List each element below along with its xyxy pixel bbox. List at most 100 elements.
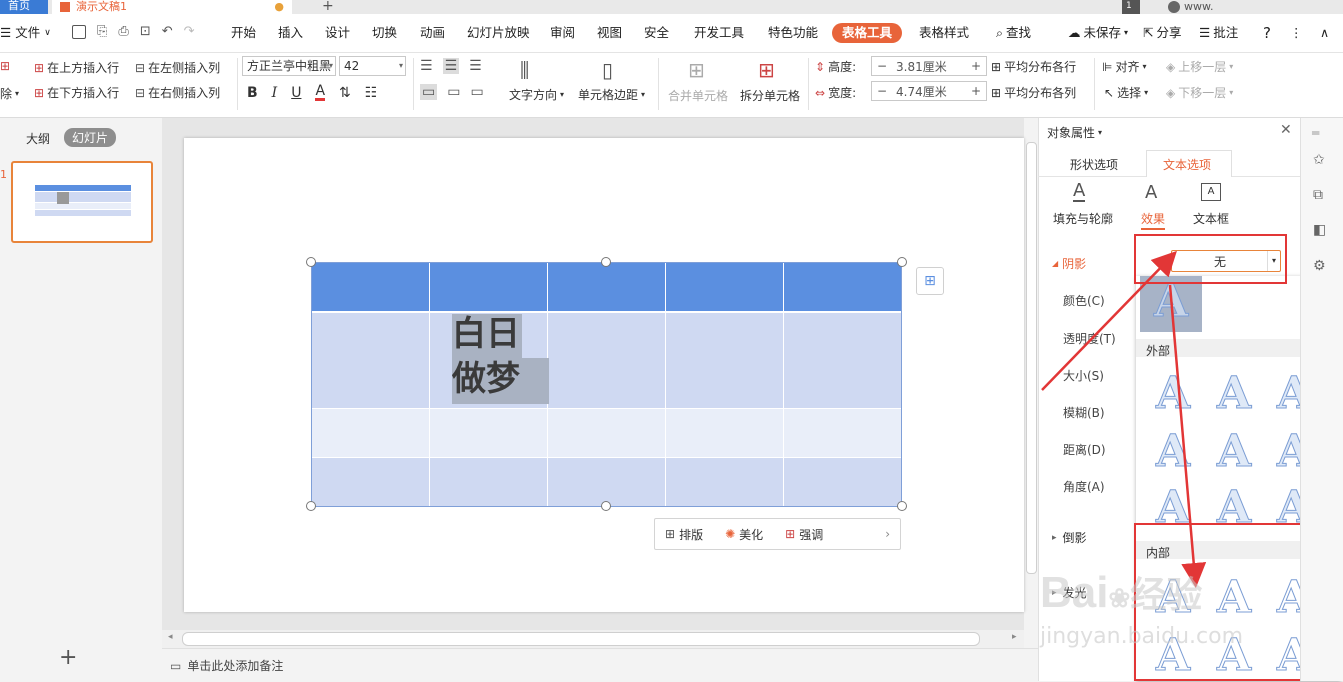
comment-button[interactable]: ☰ 批注 bbox=[1199, 14, 1238, 52]
user-account[interactable]: www. bbox=[1160, 0, 1230, 14]
tab-home[interactable]: 首页 bbox=[0, 0, 48, 14]
table-cell[interactable] bbox=[784, 313, 901, 408]
align-middle-icon[interactable]: ▭ bbox=[447, 84, 460, 100]
menu-item-security[interactable]: 安全 bbox=[644, 14, 669, 52]
menu-item-features[interactable]: 特色功能 bbox=[768, 14, 818, 52]
undo-icon[interactable]: ↶ bbox=[162, 24, 173, 39]
table-cell[interactable] bbox=[784, 409, 901, 457]
share-button[interactable]: ⇱ 分享 bbox=[1143, 14, 1182, 52]
menu-item-transition[interactable]: 切换 bbox=[372, 14, 397, 52]
tab-outline[interactable]: 大纲 bbox=[26, 130, 50, 147]
align-center-icon[interactable]: ☰ bbox=[442, 58, 460, 74]
minus-icon[interactable]: − bbox=[872, 84, 892, 98]
menu-item-developer[interactable]: 开发工具 bbox=[694, 14, 744, 52]
delete-button[interactable]: 除 ▾ bbox=[0, 85, 19, 102]
height-stepper[interactable]: −3.81厘米 + bbox=[871, 56, 987, 76]
sub-tab-fill-outline[interactable]: 填充与轮廓 bbox=[1053, 210, 1113, 227]
table-icon[interactable]: ⊞ bbox=[0, 59, 10, 73]
insert-col-right-button[interactable]: ⊟ 在右侧插入列 bbox=[135, 84, 220, 101]
export-pdf-icon[interactable]: ⎘ bbox=[97, 24, 107, 39]
align-button[interactable]: ⊫ 对齐 ▾ bbox=[1102, 58, 1146, 75]
pin-icon[interactable]: ✩ bbox=[1313, 152, 1325, 168]
menu-item-start[interactable]: 开始 bbox=[231, 14, 256, 52]
width-value[interactable]: 4.74厘米 bbox=[892, 83, 966, 100]
table-header-cell[interactable] bbox=[312, 263, 430, 311]
more-icon[interactable]: ⋮ bbox=[1290, 14, 1303, 52]
menu-item-review[interactable]: 审阅 bbox=[550, 14, 575, 52]
print-preview-icon[interactable]: ⊡ bbox=[140, 24, 151, 39]
slide-table[interactable] bbox=[311, 262, 902, 507]
font-color-icon[interactable]: A bbox=[315, 84, 326, 101]
distribute-cols-button[interactable]: ⊞ 平均分布各列 bbox=[991, 84, 1076, 101]
menu-item-table-style[interactable]: 表格样式 bbox=[919, 14, 969, 52]
table-cell[interactable] bbox=[312, 409, 430, 457]
settings-icon[interactable]: ⚙ bbox=[1313, 258, 1326, 274]
table-cell[interactable] bbox=[548, 313, 666, 408]
merge-cells-button[interactable]: 合并单元格 bbox=[668, 87, 728, 104]
send-backward-button[interactable]: ◈ 下移一层 ▾ bbox=[1166, 84, 1233, 101]
table-cell[interactable] bbox=[312, 458, 430, 506]
transform-icon[interactable]: ⧉ bbox=[1313, 187, 1323, 203]
print-icon[interactable]: ⎙ bbox=[118, 24, 128, 39]
menu-item-table-tools[interactable]: 表格工具 bbox=[832, 23, 903, 43]
insert-col-left-button[interactable]: ⊟ 在左侧插入列 bbox=[135, 59, 220, 76]
list-icon[interactable]: ☷ bbox=[365, 85, 378, 101]
tab-slides[interactable]: 幻灯片 bbox=[64, 128, 117, 147]
table-header-cell[interactable] bbox=[548, 263, 666, 311]
shadow-preset-outer[interactable]: A bbox=[1216, 368, 1251, 420]
align-bottom-icon[interactable]: ▭ bbox=[470, 84, 483, 100]
minus-icon[interactable]: − bbox=[872, 59, 892, 73]
table-cell[interactable] bbox=[666, 409, 784, 457]
menu-item-animation[interactable]: 动画 bbox=[420, 14, 445, 52]
save-icon[interactable] bbox=[72, 24, 86, 39]
height-value[interactable]: 3.81厘米 bbox=[892, 58, 966, 75]
font-size-select[interactable]: 42 ▾ bbox=[339, 56, 406, 76]
table-cell[interactable] bbox=[430, 409, 548, 457]
menu-item-view[interactable]: 视图 bbox=[597, 14, 622, 52]
font-name-select[interactable]: 方正兰亭中粗黑 ▾ bbox=[242, 56, 336, 76]
table-header-cell[interactable] bbox=[784, 263, 901, 311]
bold-icon[interactable]: B bbox=[247, 85, 258, 101]
unsaved-button[interactable]: ☁ 未保存 ▾ bbox=[1068, 14, 1128, 52]
table-header-cell[interactable] bbox=[666, 263, 784, 311]
beautify-button[interactable]: ✺ 美化 bbox=[725, 526, 763, 543]
scroll-left-icon[interactable]: ◂ bbox=[168, 632, 173, 642]
shadow-preset-outer[interactable]: A bbox=[1216, 426, 1251, 478]
plus-icon[interactable]: + bbox=[966, 84, 986, 98]
sub-tab-effect[interactable]: 效果 bbox=[1141, 210, 1166, 230]
menu-item-design[interactable]: 设计 bbox=[325, 14, 350, 52]
menu-item-insert[interactable]: 插入 bbox=[278, 14, 303, 52]
cell-margin-icon[interactable]: ▯ bbox=[602, 58, 613, 82]
search-button[interactable]: ⌕ 查找 bbox=[996, 14, 1031, 52]
tab-shape-options[interactable]: 形状选项 bbox=[1070, 156, 1118, 173]
menu-item-slideshow[interactable]: 幻灯片放映 bbox=[467, 14, 530, 52]
table-cell[interactable] bbox=[548, 409, 666, 457]
cell-margin-button[interactable]: 单元格边距 ▾ bbox=[578, 86, 645, 103]
horizontal-scrollbar[interactable] bbox=[182, 632, 980, 646]
drag-handle-icon[interactable]: ═ bbox=[1312, 126, 1319, 140]
layout-button[interactable]: ⊞ 排版 bbox=[665, 526, 703, 543]
redo-icon[interactable]: ↷ bbox=[184, 24, 195, 39]
add-slide-button[interactable]: + bbox=[59, 645, 77, 670]
split-cells-button[interactable]: 拆分单元格 bbox=[740, 87, 800, 104]
panel-title[interactable]: 对象属性 ▾ bbox=[1047, 124, 1102, 141]
width-stepper[interactable]: −4.74厘米 + bbox=[871, 81, 987, 101]
cell-text-line2[interactable]: 做梦 bbox=[452, 357, 520, 401]
new-tab-button[interactable]: + bbox=[314, 0, 334, 14]
shapes-icon[interactable]: ◧ bbox=[1313, 222, 1326, 238]
resize-handle[interactable] bbox=[897, 257, 907, 267]
notes-bar[interactable]: ▭ 单击此处添加备注 bbox=[162, 648, 1038, 682]
emphasize-button[interactable]: ⊞ 强调 bbox=[785, 526, 823, 543]
resize-handle[interactable] bbox=[897, 501, 907, 511]
tab-text-options[interactable]: 文本选项 bbox=[1163, 156, 1211, 173]
resize-handle[interactable] bbox=[306, 501, 316, 511]
table-cell[interactable] bbox=[666, 458, 784, 506]
resize-handle[interactable] bbox=[601, 501, 611, 511]
table-cell[interactable] bbox=[666, 313, 784, 408]
align-left-icon[interactable]: ☰ bbox=[420, 58, 433, 74]
slide-thumbnail[interactable] bbox=[11, 161, 153, 243]
select-button[interactable]: ↖ 选择 ▾ bbox=[1104, 84, 1148, 101]
cell-text-line1[interactable]: 白日 bbox=[452, 312, 520, 356]
bring-forward-button[interactable]: ◈ 上移一层 ▾ bbox=[1166, 58, 1233, 75]
tab-document[interactable]: 演示文稿1 ● bbox=[52, 0, 292, 14]
